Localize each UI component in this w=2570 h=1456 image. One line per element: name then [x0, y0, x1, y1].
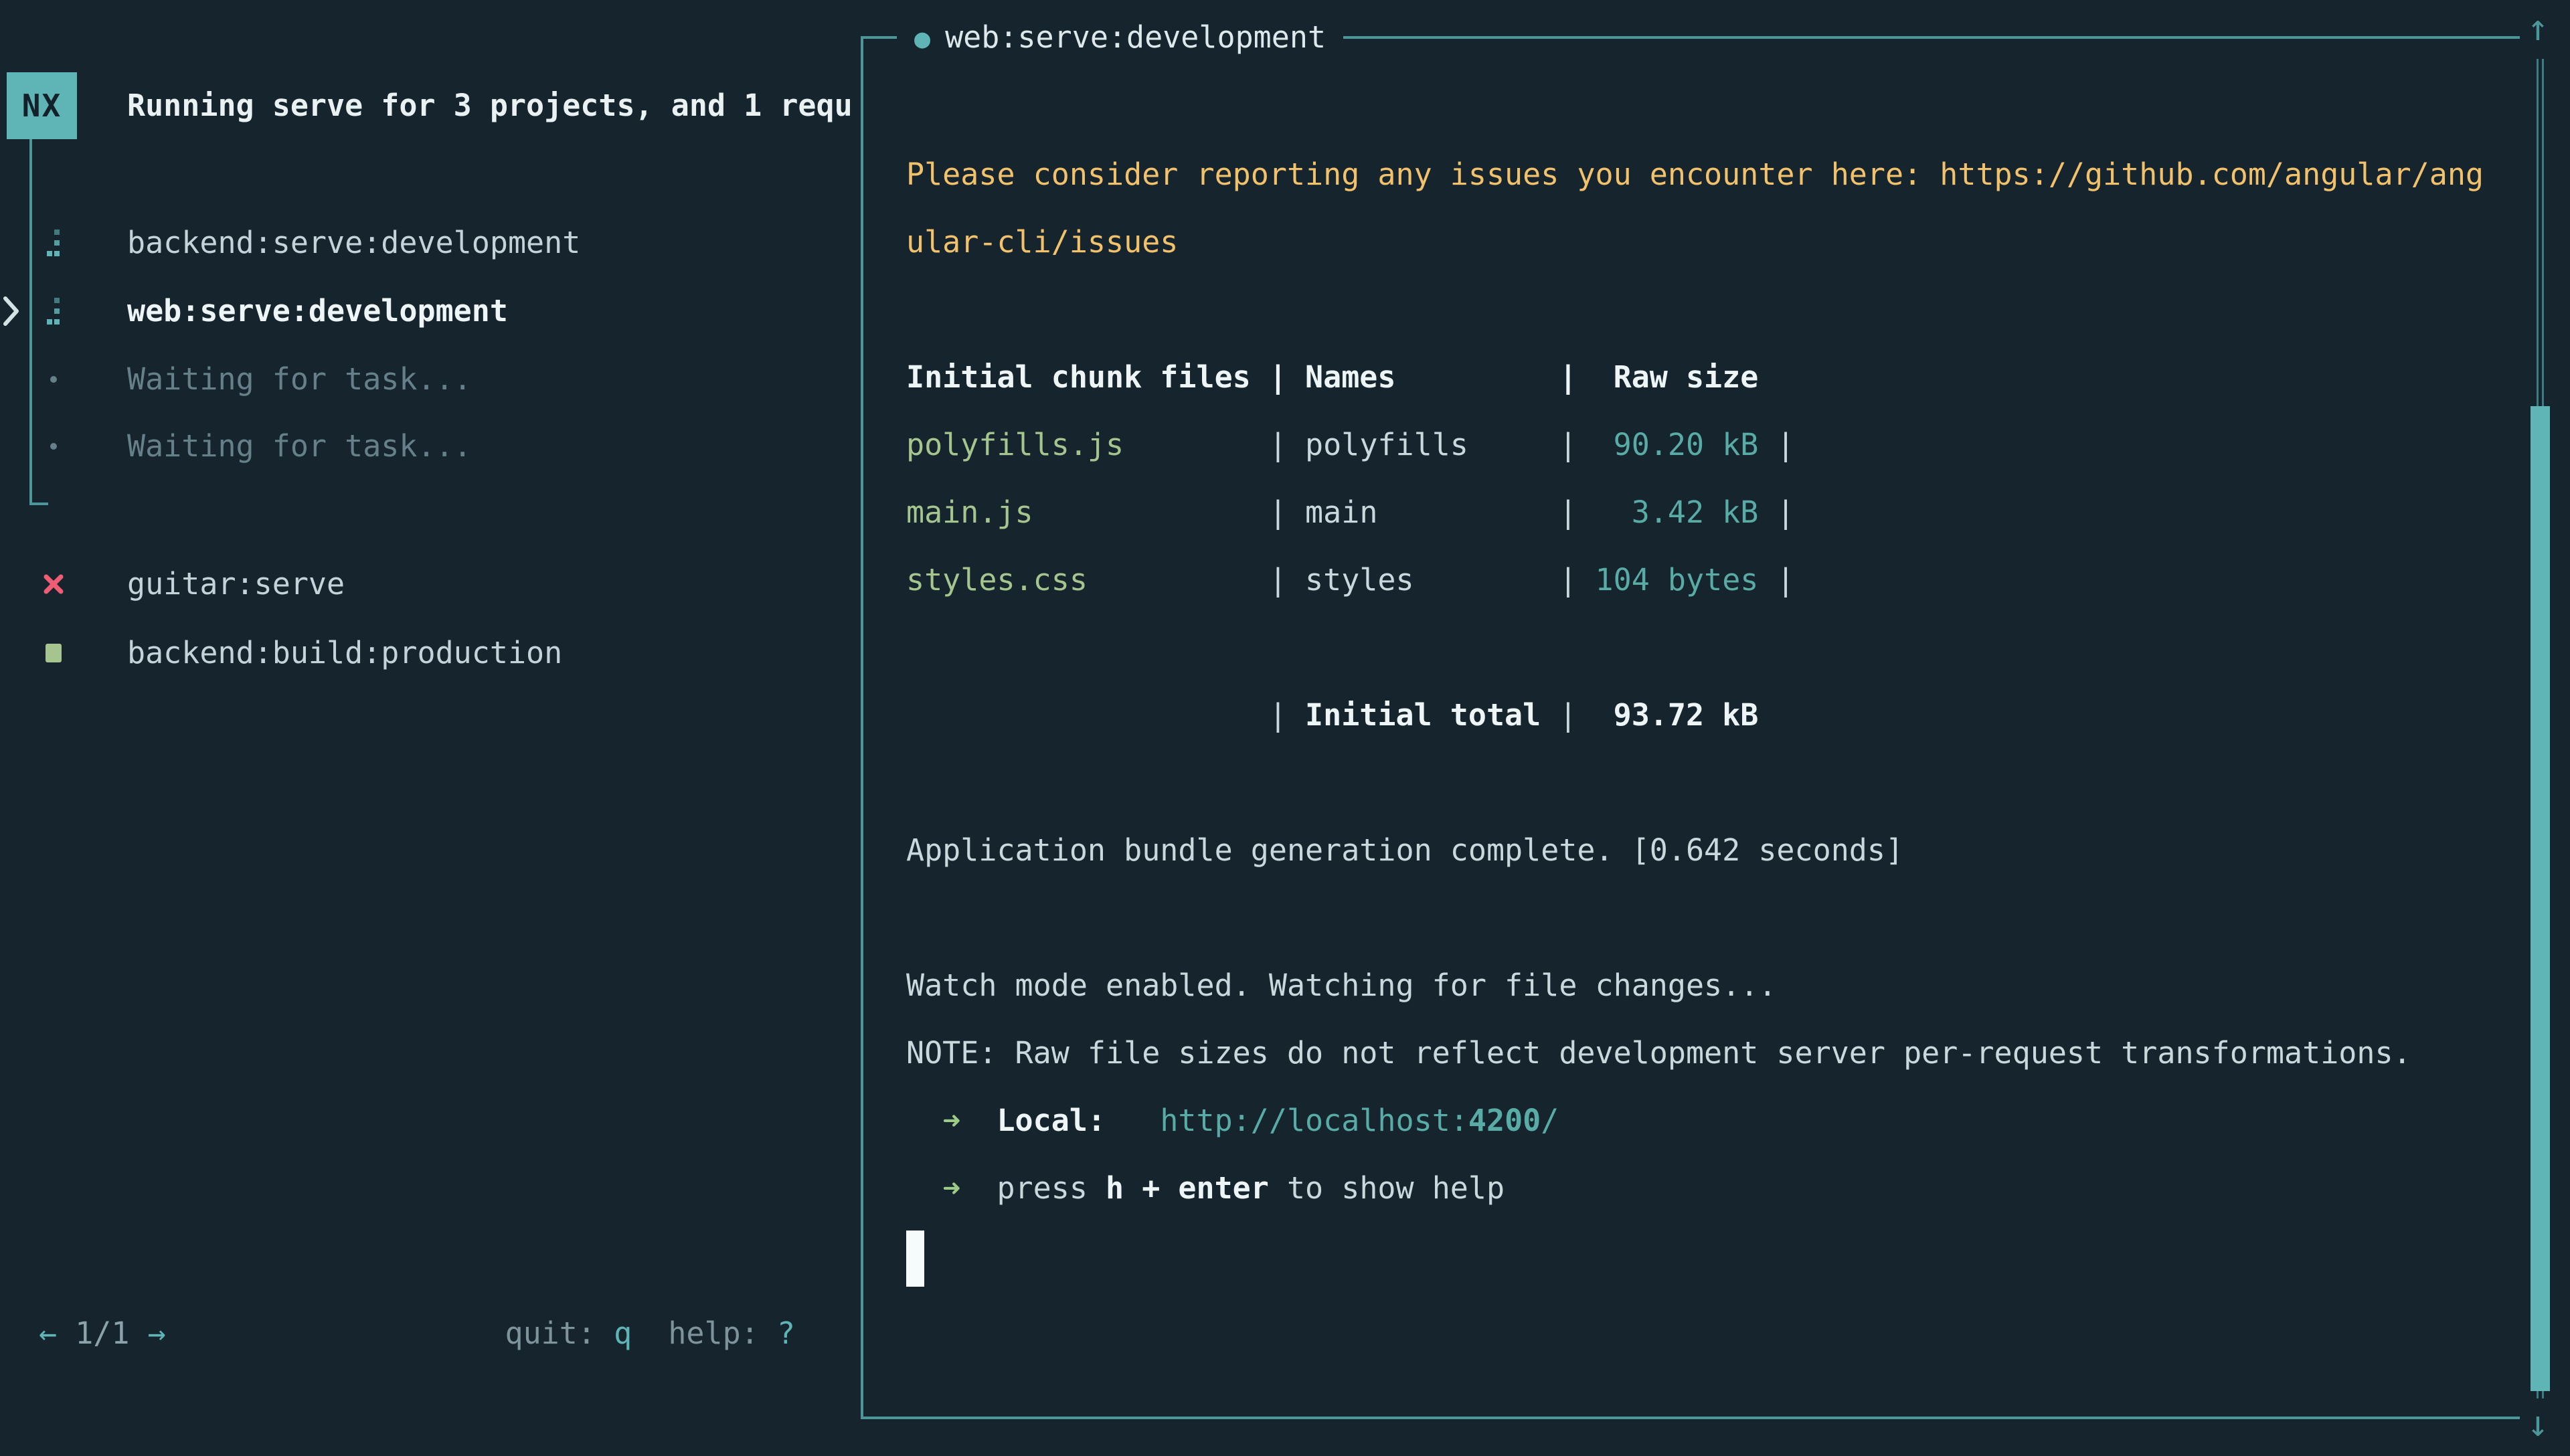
keyboard-shortcuts: quit: q help: ? — [0, 1300, 795, 1367]
terminal-title: ● web:serve:development — [897, 4, 1343, 71]
text-segment: press — [997, 1170, 1106, 1206]
text-segment: 3.42 kB — [1577, 494, 1758, 530]
text-segment: | — [1541, 697, 1577, 733]
task-label: backend:build:production — [127, 619, 562, 687]
text-segment: main.js — [906, 494, 1033, 530]
text-segment: styles.css — [906, 562, 1088, 598]
quit-label: quit: — [505, 1315, 614, 1351]
text-segment: | — [1468, 427, 1577, 462]
nx-logo: NX — [7, 72, 77, 139]
spacer — [632, 1315, 668, 1351]
task-failed-cross-icon — [43, 573, 64, 595]
task-row-Waiting-for-task-[interactable]: Waiting for task... — [0, 412, 857, 480]
terminal-title-text: web:serve:development — [945, 19, 1326, 55]
text-segment: polyfills — [1305, 427, 1468, 462]
page-title: Running serve for 3 projects, and 1 requ — [127, 72, 855, 139]
scrollbar-up-icon[interactable]: ↑ — [2516, 0, 2559, 60]
output-line — [906, 884, 2484, 951]
text-segment — [1106, 1103, 1160, 1138]
task-label: Waiting for task... — [127, 412, 472, 480]
text-segment — [960, 1103, 997, 1138]
terminal-panel: ●web:serve:development Please consider r… — [861, 36, 2520, 1419]
prompt-arrow-icon: ➜ — [942, 1170, 960, 1206]
text-segment: ular-cli/issues — [906, 224, 1178, 260]
nx-tui-window: { "header": { "badge": "NX", "title": "R… — [0, 0, 2570, 1445]
task-spinner-icon — [46, 296, 61, 326]
terminal-cursor — [906, 1231, 924, 1287]
output-line: Please consider reporting any issues you… — [906, 141, 2484, 208]
text-segment: Application bundle generation complete. … — [906, 832, 1903, 868]
output-line: Application bundle generation complete. … — [906, 816, 2484, 884]
text-segment: 90.20 kB — [1577, 427, 1758, 462]
text-segment: | — [1124, 427, 1305, 462]
output-line: polyfills.js | polyfills | 90.20 kB | — [906, 411, 2484, 478]
task-row-Waiting-for-task-[interactable]: Waiting for task... — [0, 345, 857, 413]
text-segment: | — [1414, 562, 1577, 598]
task-row-backend-build-production[interactable]: backend:build:production — [0, 619, 857, 687]
output-line — [906, 749, 2484, 816]
text-segment: | — [1758, 494, 1794, 530]
text-segment: main — [1305, 494, 1377, 530]
text-segment: 93.72 kB — [1577, 697, 1758, 733]
prompt-arrow-icon: ➜ — [942, 1103, 960, 1138]
localhost-link[interactable]: http://localhost: — [1160, 1103, 1468, 1138]
task-label: guitar:serve — [127, 550, 345, 618]
text-segment: | — [1758, 427, 1794, 462]
text-segment: | — [1758, 562, 1794, 598]
text-segment: | — [1088, 562, 1305, 598]
running-bullet-icon: ● — [914, 23, 930, 54]
output-line: Watch mode enabled. Watching for file ch… — [906, 951, 2484, 1019]
text-segment: Initial chunk files | Names | Raw size — [906, 359, 1758, 395]
text-segment — [906, 1103, 942, 1138]
task-label: Waiting for task... — [127, 345, 472, 413]
text-segment: NOTE: Raw file sizes do not reflect deve… — [906, 1035, 2411, 1071]
output-line: ➜ press h + enter to show help — [906, 1154, 2484, 1222]
task-waiting-dot-icon — [50, 443, 57, 450]
text-segment: to show help — [1269, 1170, 1505, 1206]
task-label: web:serve:development — [127, 277, 508, 345]
task-success-square-icon — [46, 644, 62, 662]
text-segment — [906, 1170, 942, 1206]
output-line: main.js | main | 3.42 kB | — [906, 478, 2484, 546]
text-segment: polyfills.js — [906, 427, 1124, 462]
help-key: ? — [777, 1315, 795, 1351]
text-segment — [960, 1170, 997, 1206]
output-line: NOTE: Raw file sizes do not reflect deve… — [906, 1019, 2484, 1087]
output-line: | Initial total | 93.72 kB — [906, 681, 2484, 749]
task-row-guitar-serve[interactable]: guitar:serve — [0, 550, 857, 618]
output-line: ular-cli/issues — [906, 208, 2484, 276]
text-segment: Please consider reporting any issues you… — [906, 157, 2484, 192]
text-segment: Watch mode enabled. Watching for file ch… — [906, 968, 1776, 1003]
localhost-link[interactable]: / — [1541, 1103, 1559, 1138]
text-segment: 104 bytes — [1577, 562, 1758, 598]
task-tree-connector-corner — [29, 503, 48, 505]
text-segment: styles — [1305, 562, 1414, 598]
task-row-web-serve-development[interactable]: web:serve:development — [0, 277, 857, 345]
text-segment: Initial total — [1305, 697, 1541, 733]
task-row-backend-serve-development[interactable]: backend:serve:development — [0, 209, 857, 276]
scrollbar-thumb[interactable] — [2531, 406, 2550, 1391]
help-label: help: — [668, 1315, 777, 1351]
text-segment: | — [1033, 494, 1305, 530]
scrollbar-down-icon[interactable]: ↓ — [2516, 1392, 2559, 1456]
localhost-link[interactable]: 4200 — [1468, 1103, 1541, 1138]
output-line: Initial chunk files | Names | Raw size — [906, 343, 2484, 411]
task-spinner-icon — [46, 228, 61, 258]
text-segment: | — [1377, 494, 1577, 530]
text-segment: | — [906, 697, 1305, 733]
selected-task-caret-icon — [3, 296, 20, 327]
output-line: ➜ Local: http://localhost:4200/ — [906, 1087, 2484, 1154]
text-segment: h + enter — [1106, 1170, 1269, 1206]
output-line: styles.css | styles | 104 bytes | — [906, 546, 2484, 614]
terminal-output: Please consider reporting any issues you… — [906, 141, 2484, 1222]
task-label: backend:serve:development — [127, 209, 580, 276]
task-waiting-dot-icon — [50, 376, 57, 383]
output-line — [906, 614, 2484, 681]
output-line — [906, 276, 2484, 343]
quit-key: q — [614, 1315, 632, 1351]
text-segment: Local: — [997, 1103, 1106, 1138]
